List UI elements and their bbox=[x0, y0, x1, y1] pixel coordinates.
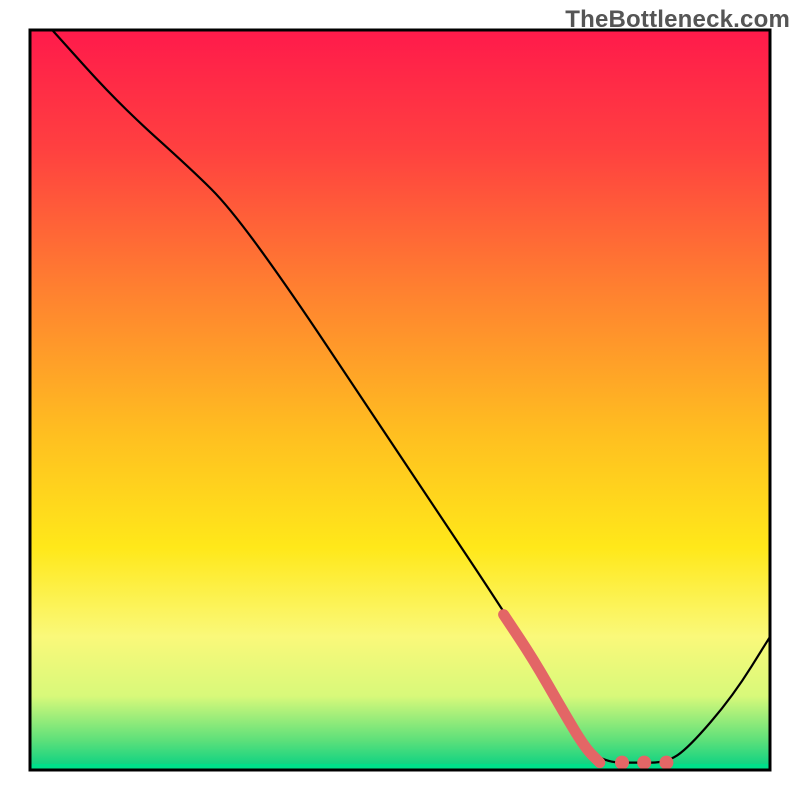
bottleneck-chart bbox=[0, 0, 800, 800]
watermark-text: TheBottleneck.com bbox=[565, 6, 790, 34]
highlight-dot bbox=[637, 756, 651, 770]
highlight-dot bbox=[615, 756, 629, 770]
chart-container: TheBottleneck.com bbox=[0, 0, 800, 800]
highlight-dot bbox=[659, 756, 673, 770]
plot-background bbox=[30, 30, 770, 770]
highlight-dots bbox=[615, 756, 673, 770]
